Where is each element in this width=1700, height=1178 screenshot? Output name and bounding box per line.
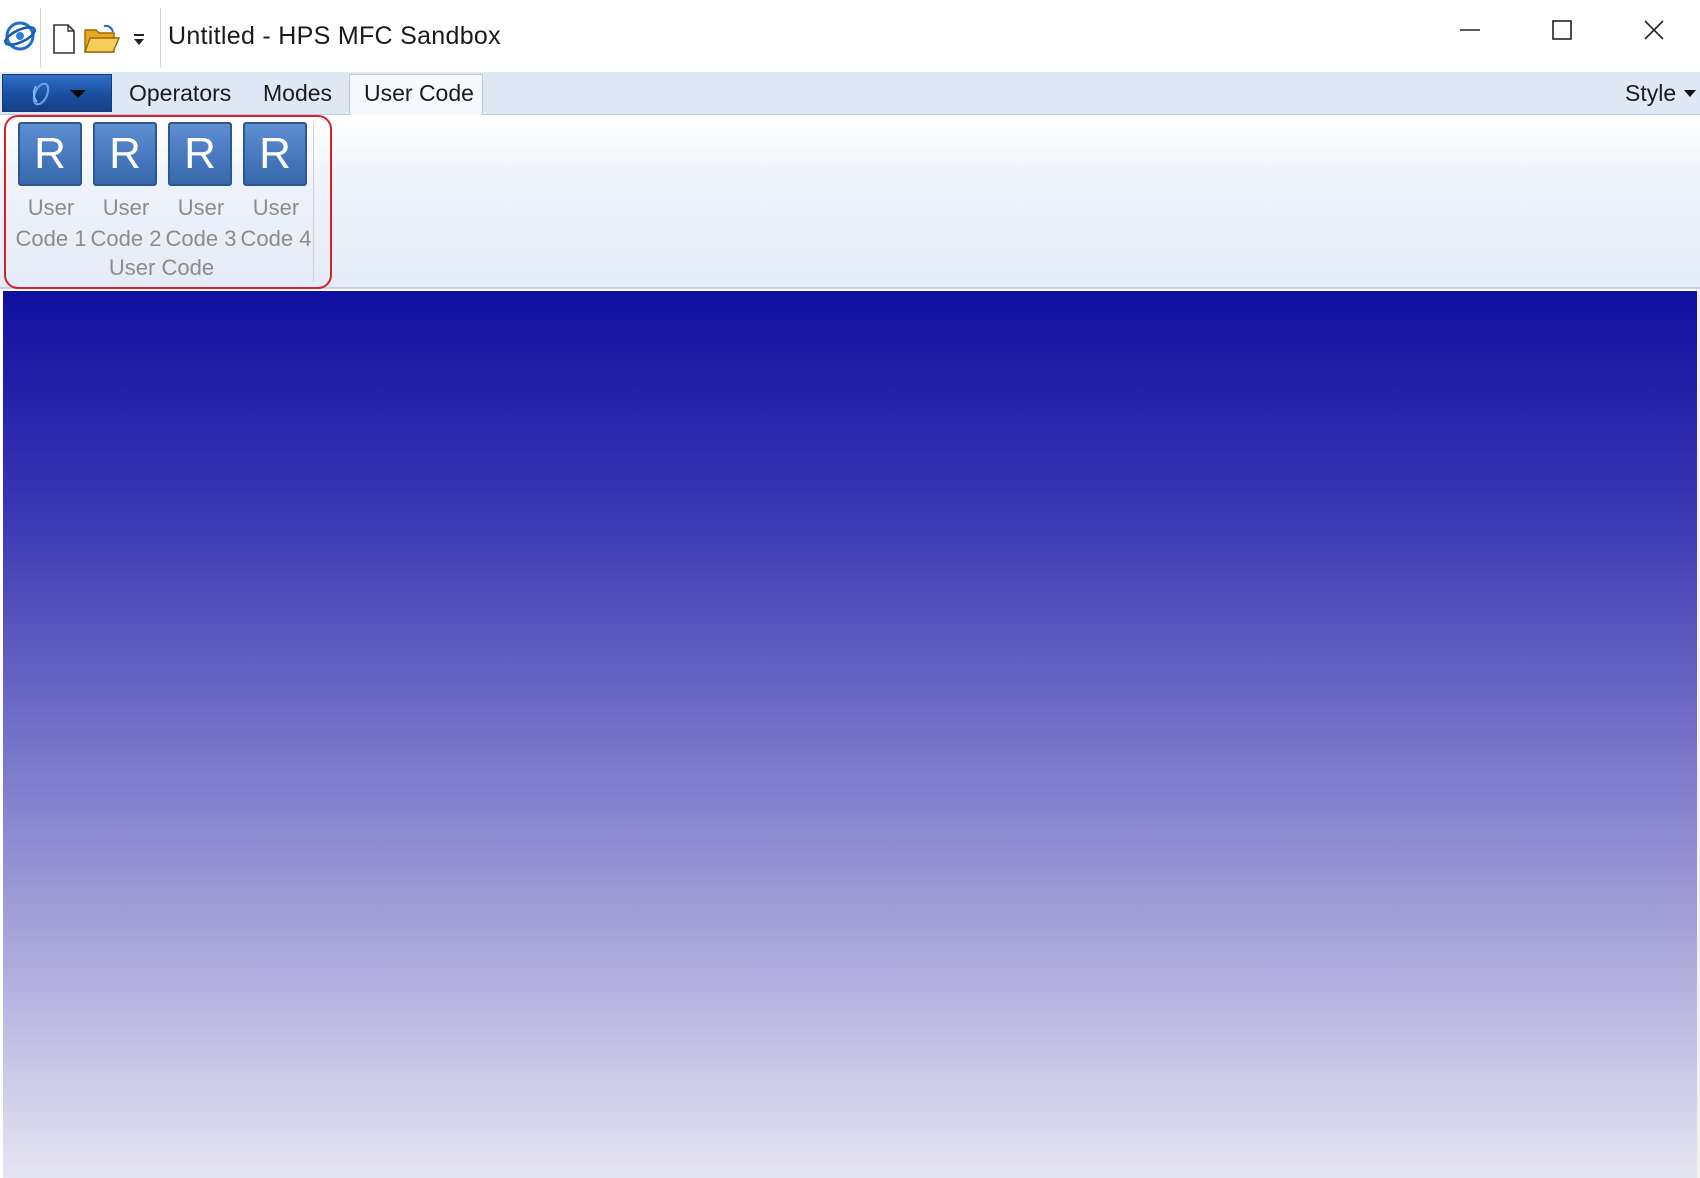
tab-modes[interactable]: Modes <box>263 80 332 107</box>
app-logo-icon[interactable] <box>2 18 38 54</box>
ribbon-tab-strip <box>0 72 1700 115</box>
customize-quick-access-icon[interactable] <box>130 30 148 50</box>
style-dropdown-icon[interactable] <box>1684 90 1696 98</box>
highlight-annotation <box>4 115 332 289</box>
title-separator <box>160 8 161 68</box>
close-icon <box>1644 20 1664 40</box>
new-document-icon[interactable] <box>52 24 76 54</box>
minimize-button[interactable] <box>1424 0 1516 60</box>
maximize-icon <box>1552 20 1572 40</box>
style-menu[interactable]: Style <box>1625 80 1676 107</box>
maximize-button[interactable] <box>1516 0 1608 60</box>
application-menu-button[interactable] <box>2 74 112 112</box>
close-button[interactable] <box>1608 0 1700 60</box>
window-title: Untitled - HPS MFC Sandbox <box>168 22 501 50</box>
3d-viewport[interactable] <box>3 291 1700 1178</box>
title-bar: Untitled - HPS MFC Sandbox <box>0 0 1700 72</box>
tab-operators[interactable]: Operators <box>129 80 231 107</box>
app-orb-icon <box>32 82 50 106</box>
chevron-down-icon <box>70 90 86 98</box>
quick-access-separator <box>40 8 41 68</box>
minimize-icon <box>1460 29 1480 31</box>
tab-user-code[interactable]: User Code <box>364 80 474 107</box>
open-folder-icon[interactable] <box>84 24 120 54</box>
